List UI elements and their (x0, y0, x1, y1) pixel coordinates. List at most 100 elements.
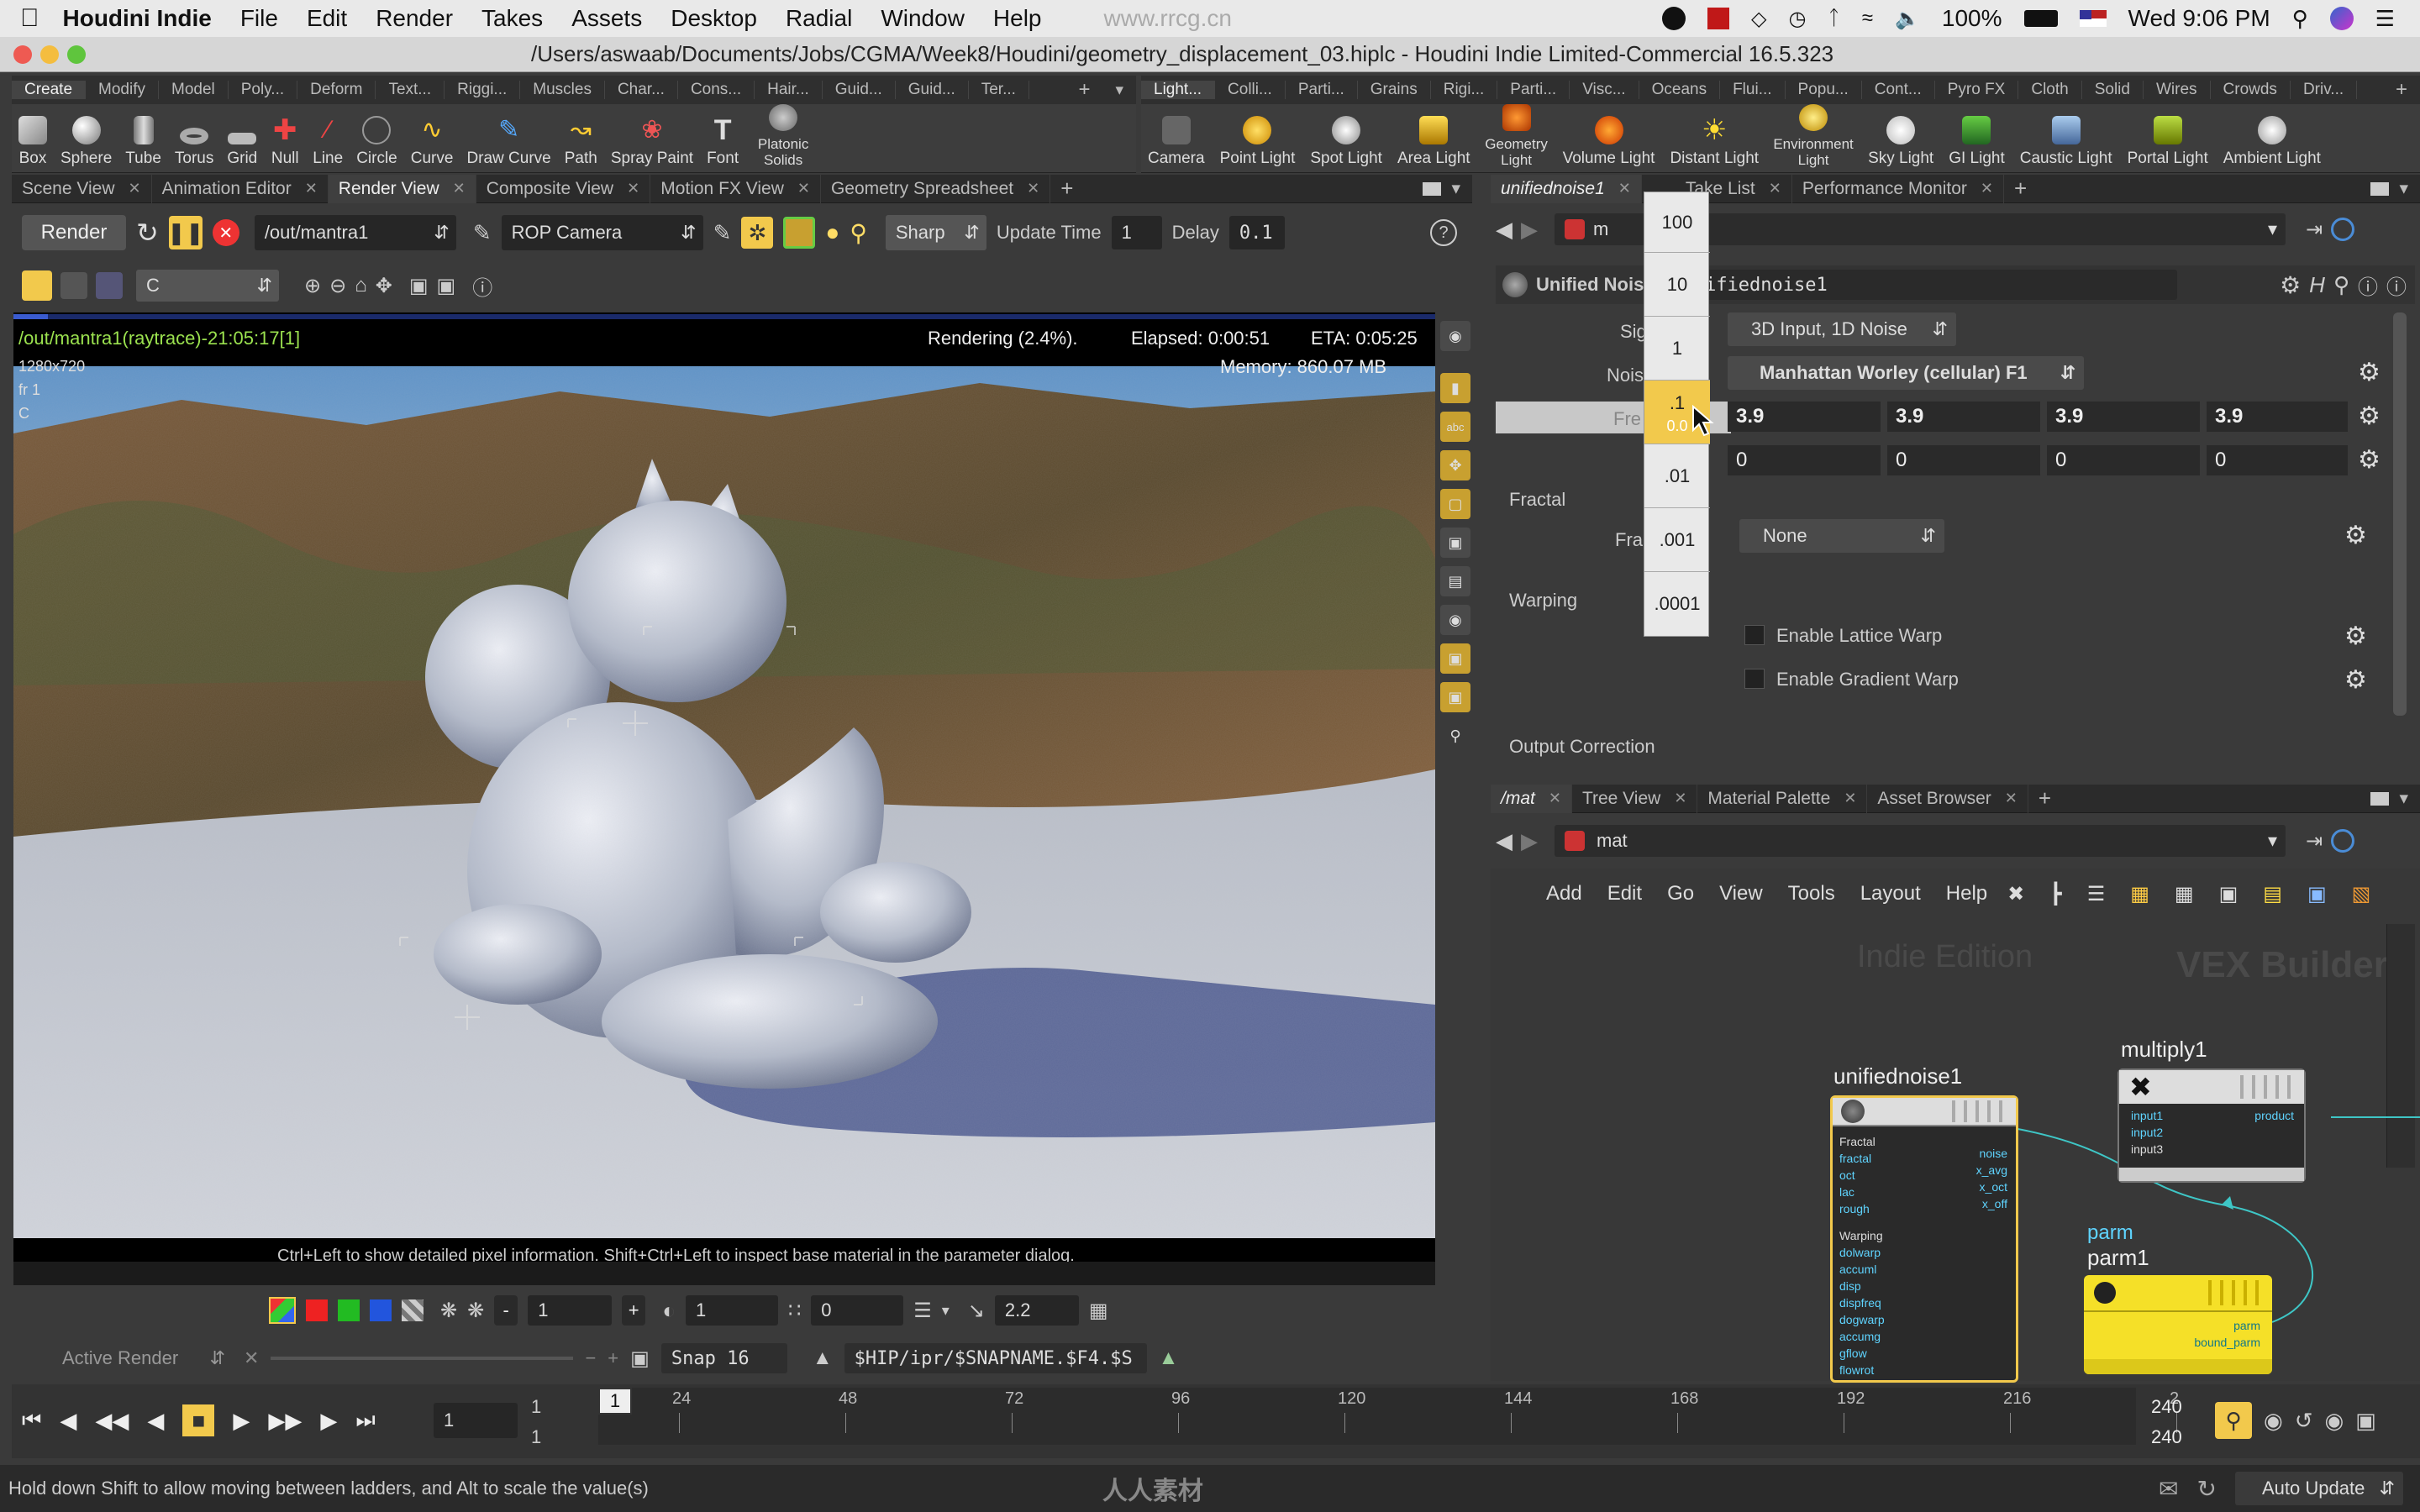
play-reverse-icon[interactable]: ◀ (147, 1408, 164, 1434)
tool-portal-light[interactable]: Portal Light (2121, 104, 2215, 173)
back-icon[interactable]: ◀ (1496, 828, 1512, 854)
offset-z[interactable]: 0 (2047, 445, 2200, 475)
shelf-tab-muscles[interactable]: Muscles (520, 81, 605, 99)
node1-flags[interactable] (1952, 1100, 2011, 1122)
close-tab-icon[interactable]: ✕ (1769, 180, 1781, 197)
tab-composite-view[interactable]: Composite View ✕ (476, 174, 651, 203)
close-tab-icon[interactable]: ✕ (797, 180, 810, 197)
link-icon[interactable] (2331, 829, 2355, 853)
back-icon[interactable]: ◀ (1496, 217, 1512, 243)
offset-field[interactable]: 0 (811, 1295, 904, 1326)
shelf-tab-container[interactable]: Cont... (1862, 81, 1935, 99)
shelf-tab-model[interactable]: Model (159, 81, 229, 99)
add-shelf-right-icon[interactable]: + (2383, 78, 2420, 102)
blue-channel-icon[interactable] (370, 1299, 392, 1321)
split-icon[interactable] (96, 272, 123, 299)
green-channel-icon[interactable] (338, 1299, 360, 1321)
delay-field[interactable]: 0.1 (1228, 216, 1285, 249)
snapshot-slider[interactable] (271, 1357, 574, 1360)
app-name[interactable]: Houdini Indie (63, 5, 212, 32)
pane-maximize-icon[interactable] (2370, 791, 2390, 806)
shelf-tab-char[interactable]: Char... (605, 81, 678, 99)
shelf-tab-populate[interactable]: Popu... (1786, 81, 1862, 99)
lens-icon[interactable]: ◉ (1440, 605, 1470, 635)
network-path-field[interactable]: mat ▾ (1555, 825, 2286, 857)
port-input3[interactable]: input3 (2131, 1141, 2163, 1158)
stop-render-icon[interactable]: ✕ (212, 219, 239, 246)
crop-region-icon[interactable]: ▣ (437, 274, 456, 298)
region-toggle-icon[interactable]: ▣ (1440, 682, 1470, 712)
eye-icon[interactable]: ◉ (1440, 321, 1470, 351)
range-start-2[interactable]: 1 (531, 1426, 541, 1448)
zoom-tool-icon[interactable]: ⚲ (1440, 721, 1470, 751)
port-input1[interactable]: input1 (2131, 1107, 2163, 1124)
signature-select[interactable]: 3D Input, 1D Noise ⇵ (1728, 312, 1956, 346)
close-tab-icon[interactable]: ✕ (129, 180, 141, 197)
tool-platonic-solids[interactable]: Platonic Solids (745, 103, 821, 173)
inspect-icon[interactable]: ⚲ (850, 219, 867, 247)
tool-torus[interactable]: Torus (168, 104, 220, 173)
shelf-tab-guid2[interactable]: Guid... (896, 81, 969, 99)
next-key-icon[interactable]: ▶ (320, 1408, 337, 1434)
exposure-icon-2[interactable]: ❋ (467, 1299, 484, 1323)
menu-help[interactable]: Help (993, 5, 1042, 32)
port-dogwarp[interactable]: dogwarp (1839, 1311, 1885, 1328)
step-forward-icon[interactable]: ▶▶ (268, 1408, 302, 1434)
clock[interactable]: Wed 9:06 PM (2128, 5, 2270, 32)
offset-gear-icon[interactable]: ⚙ (2358, 445, 2381, 475)
shelf-tab-poly[interactable]: Poly... (229, 81, 298, 99)
tool-circle[interactable]: Circle (350, 104, 404, 173)
shelf-tab-drive[interactable]: Driv... (2291, 81, 2358, 99)
chat-icon[interactable]: ✉ (2159, 1475, 2178, 1503)
gear-menu-icon[interactable]: ⚙ (2280, 271, 2301, 299)
auto-update-icon[interactable]: ✲ (741, 217, 774, 249)
fractal-type-select[interactable]: None ⇵ (1739, 519, 1944, 553)
warping-section-label[interactable]: Warping (1509, 590, 1577, 612)
port-disp[interactable]: disp (1839, 1278, 1885, 1294)
exposure-field[interactable]: 1 (528, 1295, 613, 1326)
shelf-tab-particles1[interactable]: Parti... (1286, 81, 1358, 99)
tool-gi-light[interactable]: GI Light (1942, 104, 2012, 173)
shelf-tab-text[interactable]: Text... (376, 81, 445, 99)
notification-icon[interactable]: ☰ (2375, 6, 2395, 32)
active-render-select[interactable]: Active Render ⇵ (22, 1343, 232, 1373)
lattice-gear-icon[interactable]: ⚙ (2344, 622, 2367, 651)
close-tab-icon[interactable]: ✕ (305, 180, 318, 197)
pane-menu-icon[interactable]: ▾ (2399, 788, 2408, 809)
tab-tree-view[interactable]: Tree View ✕ (1572, 784, 1698, 813)
camera-field[interactable]: ROP Camera ⇵ (501, 215, 703, 250)
shelf-tab-rigging[interactable]: Riggi... (445, 81, 521, 99)
shelf-tab-lights[interactable]: Light... (1141, 81, 1216, 99)
timeline-scrubber[interactable]: 24 48 72 96 120 144 168 192 216 2 (598, 1388, 2179, 1445)
range-end[interactable]: 240 (2151, 1396, 2182, 1418)
tool-font[interactable]: T Font (700, 104, 745, 173)
clear-icon[interactable]: ✕ (244, 1347, 259, 1369)
help-icon[interactable]: ? (1430, 219, 1457, 246)
hda-icon[interactable]: H (2309, 272, 2325, 298)
port-accumg[interactable]: accumg (1839, 1328, 1885, 1345)
search-param-icon[interactable]: ⚲ (2333, 272, 2349, 298)
node-multiply1[interactable]: ✖ input1 input2 input3 product (2118, 1068, 2306, 1183)
close-tab-icon[interactable]: ✕ (1549, 790, 1561, 807)
key-icon[interactable]: ⚲ (2215, 1402, 2252, 1439)
contrast-field[interactable]: 1 (685, 1295, 778, 1326)
tool-null[interactable]: ✚ Null (264, 104, 306, 173)
camera-snapshot-icon[interactable]: ▣ (630, 1347, 650, 1371)
minus-button[interactable]: - (494, 1295, 518, 1326)
compare-icon[interactable] (60, 272, 87, 299)
gradient-gear-icon[interactable]: ⚙ (2344, 665, 2367, 695)
settings-icon[interactable]: ▣ (2355, 1408, 2376, 1434)
menu-assets[interactable]: Assets (571, 5, 642, 32)
render-button[interactable]: Render (22, 215, 126, 250)
pane-maximize-icon[interactable] (2370, 181, 2390, 196)
bluetooth-icon[interactable]: ᛏ (1828, 7, 1839, 30)
close-tab-icon[interactable]: ✕ (1618, 180, 1631, 197)
text-icon[interactable]: abc (1440, 412, 1470, 442)
add-tab-icon[interactable]: + (2028, 785, 2061, 813)
status-icon-1[interactable] (1662, 7, 1686, 30)
save-path-icon[interactable]: ▲ (813, 1347, 833, 1370)
shelf-tab-ter[interactable]: Ter... (969, 81, 1029, 99)
realtime-icon[interactable]: ◉ (2264, 1408, 2283, 1434)
port-fractal[interactable]: fractal (1839, 1150, 1885, 1167)
port-accuml[interactable]: accuml (1839, 1261, 1885, 1278)
